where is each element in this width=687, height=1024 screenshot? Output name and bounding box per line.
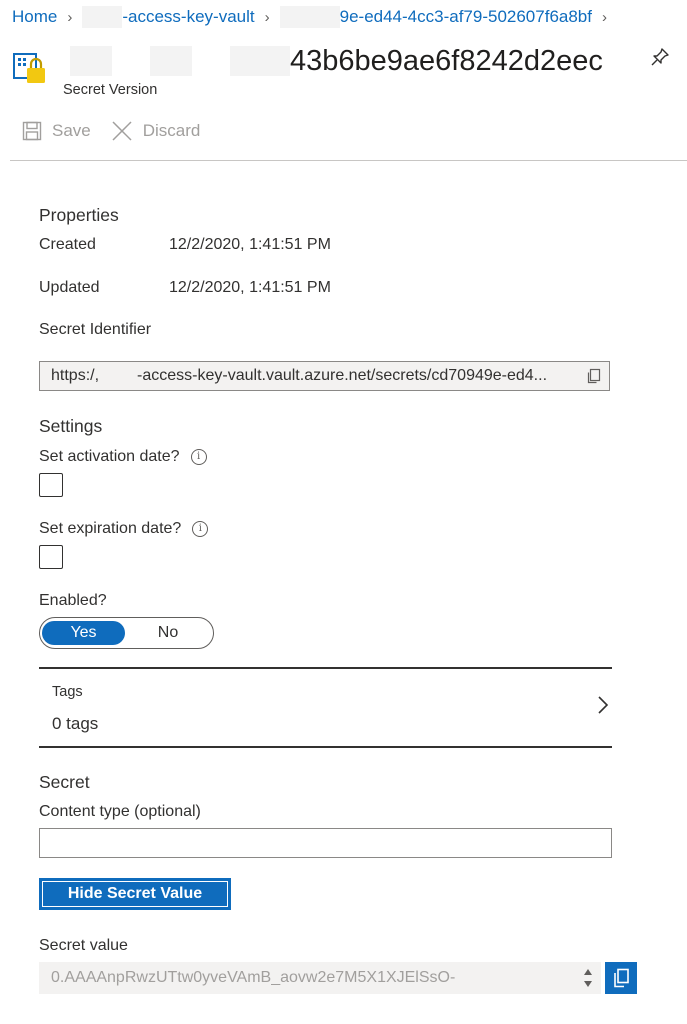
activation-date-checkbox[interactable] <box>39 473 63 497</box>
redacted-block <box>70 46 112 76</box>
divider <box>10 160 687 161</box>
close-icon <box>112 121 132 141</box>
save-label: Save <box>52 121 91 140</box>
page-title: 43b6be9ae6f8242d2eec <box>70 42 603 80</box>
enabled-label: Enabled? <box>39 592 107 609</box>
updated-label: Updated <box>39 279 100 296</box>
properties-heading: Properties <box>39 205 119 225</box>
updated-value: 12/2/2020, 1:41:51 PM <box>169 279 331 296</box>
created-label: Created <box>39 236 96 253</box>
tags-label: Tags <box>52 684 83 700</box>
command-bar: Save Discard <box>22 120 220 142</box>
chevron-right-icon: › <box>264 8 270 26</box>
enabled-no-option[interactable]: No <box>125 621 211 645</box>
breadcrumb-home[interactable]: Home <box>12 7 57 27</box>
expiration-date-checkbox[interactable] <box>39 545 63 569</box>
secret-identifier-label: Secret Identifier <box>39 321 152 338</box>
enabled-yes-option[interactable]: Yes <box>42 621 125 645</box>
redacted-block <box>82 6 123 28</box>
pin-icon[interactable] <box>649 46 671 68</box>
breadcrumb: Home › -access-key-vault › 9e-ed44-4cc3-… <box>12 6 617 28</box>
divider <box>39 746 612 748</box>
divider <box>39 667 612 669</box>
activation-date-text: Set activation date? <box>39 448 180 465</box>
info-icon[interactable]: i <box>192 520 209 537</box>
redacted-block <box>150 46 192 76</box>
hide-secret-value-button[interactable]: Hide Secret Value <box>39 878 231 910</box>
breadcrumb-key-vault[interactable]: -access-key-vault <box>122 7 254 27</box>
info-icon[interactable]: i <box>190 448 207 465</box>
spin-arrows-icon[interactable] <box>583 965 593 991</box>
copy-secret-button[interactable] <box>605 962 637 994</box>
discard-button[interactable]: Discard <box>111 120 201 142</box>
secret-value-text: 0.AAAAnpRwzUTtw0yveVAmB_aovw2e7M5X1XJElS… <box>51 969 456 986</box>
redacted-block <box>279 6 340 28</box>
copy-icon[interactable] <box>586 368 602 384</box>
page-subtitle: Secret Version <box>63 82 158 98</box>
secret-identifier-field[interactable]: https:/, -access-key-vault.vault.azure.n… <box>39 361 610 391</box>
secret-heading: Secret <box>39 772 90 792</box>
expiration-date-text: Set expiration date? <box>39 520 182 537</box>
page-header: 43b6be9ae6f8242d2eec <box>10 42 687 83</box>
enabled-toggle[interactable]: Yes No <box>39 617 214 649</box>
page-title-text: 43b6be9ae6f8242d2eec <box>290 44 603 77</box>
save-icon <box>22 121 42 141</box>
chevron-right-icon: › <box>67 8 73 26</box>
chevron-right-icon: › <box>602 8 607 26</box>
copy-icon <box>614 968 629 988</box>
secret-identifier-value: -access-key-vault.vault.azure.net/secret… <box>137 367 548 384</box>
secret-value-field[interactable]: 0.AAAAnpRwzUTtw0yveVAmB_aovw2e7M5X1XJElS… <box>39 962 601 994</box>
expiration-date-label: Set expiration date? i <box>39 520 209 538</box>
save-button[interactable]: Save <box>22 121 91 141</box>
breadcrumb-secret[interactable]: 9e-ed44-4cc3-af79-502607f6a8bf <box>340 7 592 27</box>
tags-row[interactable]: Tags 0 tags <box>39 670 612 746</box>
redacted-block <box>230 46 290 76</box>
created-value: 12/2/2020, 1:41:51 PM <box>169 236 331 253</box>
chevron-right-icon <box>598 696 609 714</box>
settings-heading: Settings <box>39 416 103 436</box>
tags-count: 0 tags <box>52 714 99 733</box>
content-type-label: Content type (optional) <box>39 803 201 820</box>
discard-label: Discard <box>142 121 201 140</box>
secret-identifier-prefix: https:/, <box>51 367 100 384</box>
key-vault-icon <box>13 53 45 83</box>
content-type-input[interactable] <box>39 828 612 858</box>
activation-date-label: Set activation date? i <box>39 448 207 466</box>
secret-value-label: Secret value <box>39 937 128 954</box>
